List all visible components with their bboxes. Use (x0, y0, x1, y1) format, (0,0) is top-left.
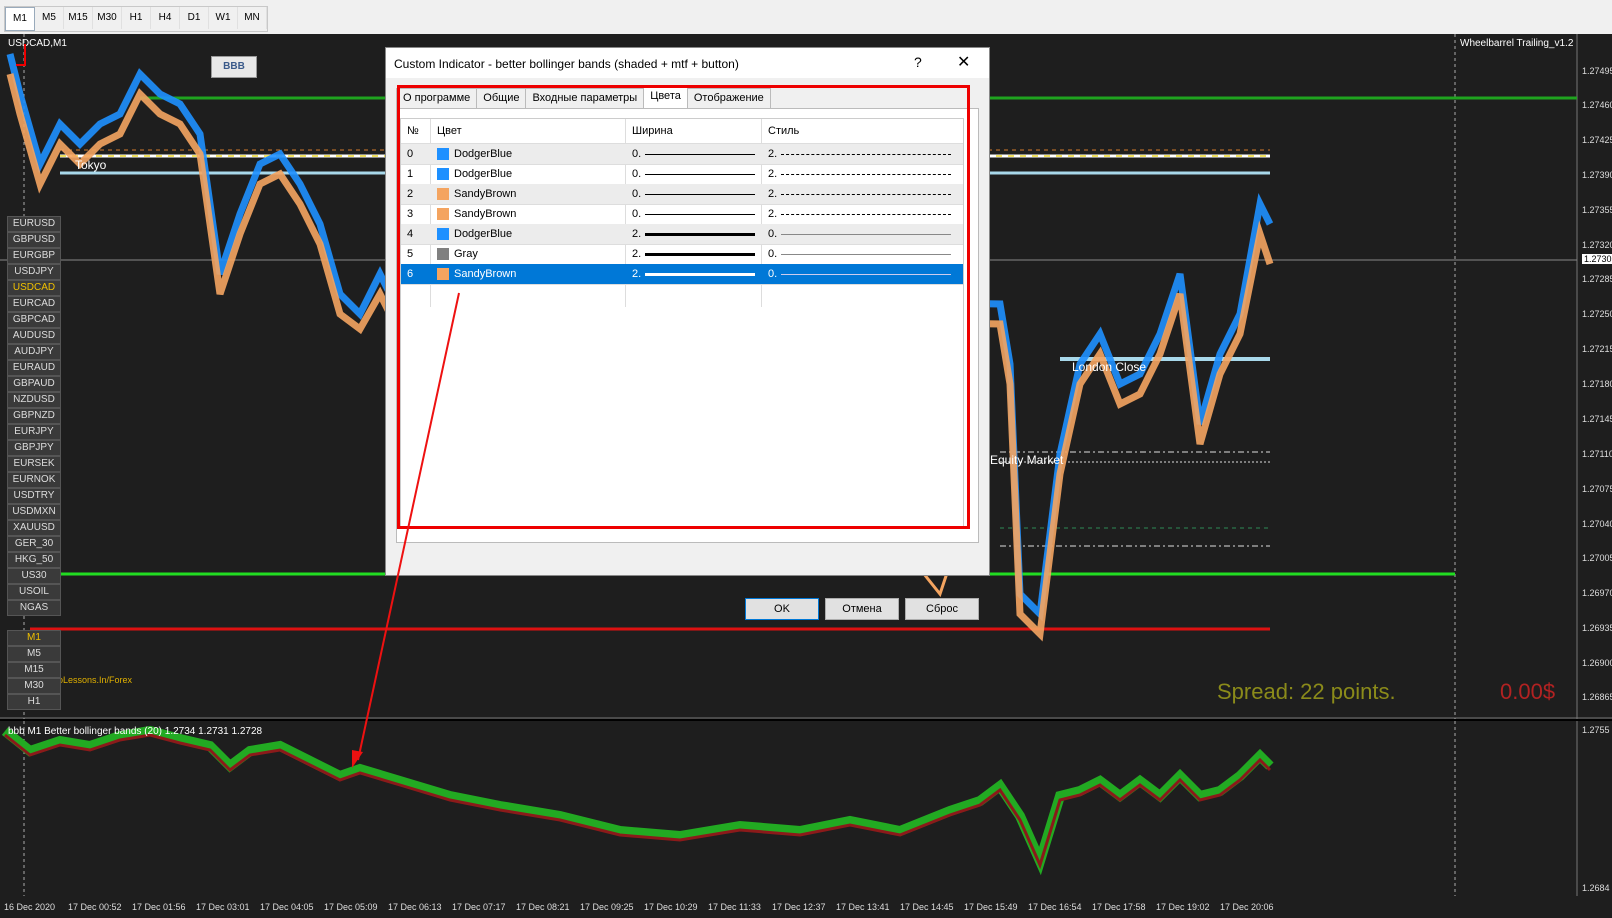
annotation-arrow-icon (352, 292, 460, 768)
annotation-corner-mark (16, 44, 26, 66)
